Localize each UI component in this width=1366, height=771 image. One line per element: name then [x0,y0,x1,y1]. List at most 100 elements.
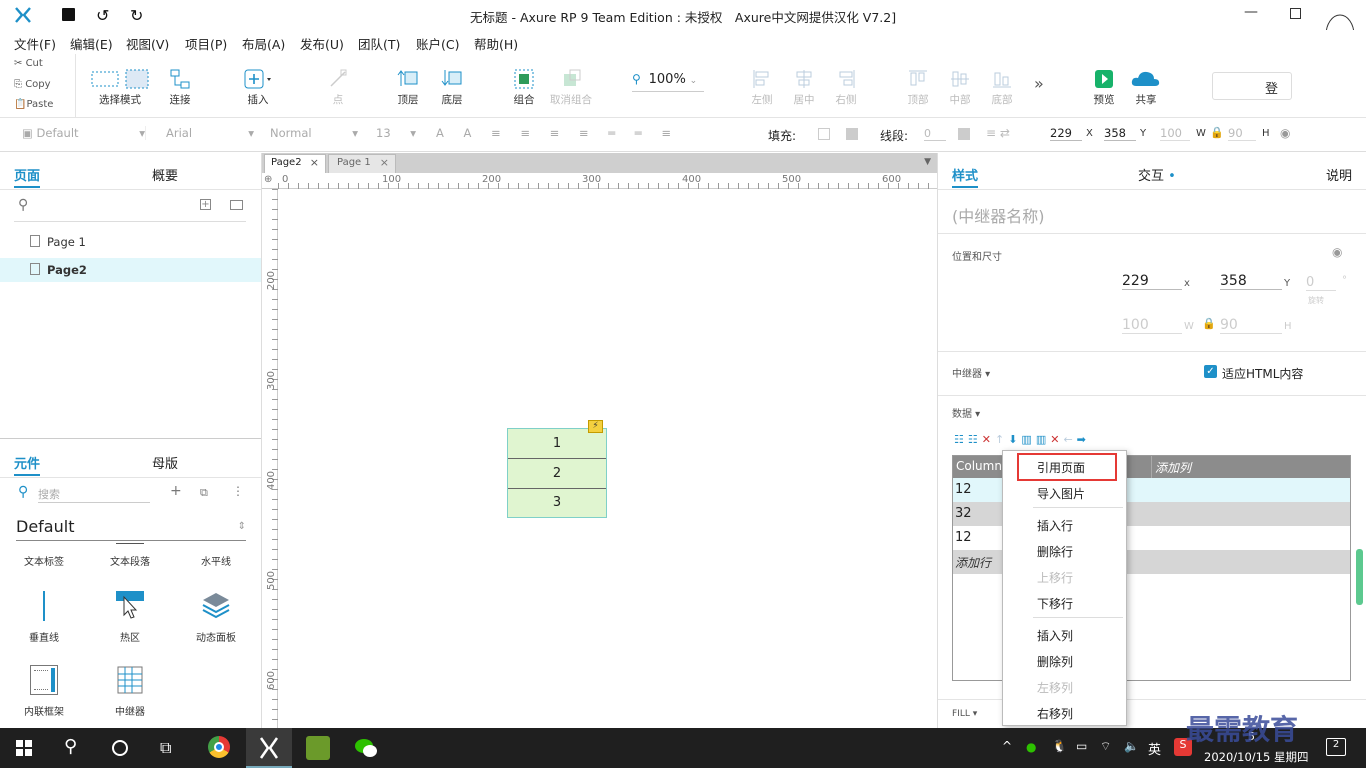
widgets-search-input[interactable]: 搜索 [38,486,150,503]
position-visibility-eye-icon[interactable]: ◉ [1332,245,1342,259]
task-view-icon[interactable]: ⧉ [160,738,171,758]
tabs-dropdown-icon[interactable]: ▼ [924,157,931,167]
align-top-button[interactable]: 顶部 [900,66,936,107]
insert-row-icon[interactable]: ☷ [954,433,968,446]
paste-button[interactable]: 📋Paste [14,99,53,110]
format-y-field[interactable]: 358 [1104,126,1136,141]
tab-pages[interactable]: 页面 [14,165,40,184]
repeater-row[interactable]: 3 [508,489,606,517]
windows-start-icon[interactable] [16,740,32,756]
group-button[interactable]: 组合 [504,66,544,107]
widget-inline-frame[interactable]: 内联框架 [10,665,78,718]
menu-item-import-image[interactable]: 导入图片 [1037,485,1085,502]
cortana-icon[interactable] [112,740,128,756]
tray-wechat-icon[interactable]: ● [1026,740,1036,754]
insert-button[interactable]: 插入 [238,66,278,107]
preview-button[interactable]: 预览 [1086,66,1122,107]
zoom-control[interactable]: ⚲ 100% ⌄ [632,72,704,92]
login-button[interactable]: 登 [1212,72,1292,100]
rotation-field[interactable]: 0 [1306,275,1336,291]
tray-qq-icon[interactable]: 🐧 [1052,739,1067,753]
menu-help[interactable]: 帮助(H) [474,34,518,53]
add-column-header[interactable]: 添加列 [1155,459,1191,476]
add-library-icon[interactable]: + [170,483,182,499]
size-h-field[interactable]: 90 [1220,317,1282,334]
tab-close-icon[interactable]: × [310,156,319,169]
delete-red-icon[interactable]: ✕ [982,433,995,446]
widget-vline[interactable]: 垂直线 [10,591,78,644]
data-section-heading[interactable]: 数据 ▾ [952,405,980,420]
chrome-icon[interactable] [208,736,230,758]
grid-cell[interactable]: 32 [955,506,972,521]
bamboo-app-icon[interactable] [306,736,330,760]
fill-shadow-icon[interactable] [846,128,858,140]
grid-cell[interactable]: 12 [955,530,972,545]
delete-col-red-icon[interactable]: ✕ [1050,433,1063,446]
tab-close-icon[interactable]: × [380,156,389,169]
point-button[interactable]: 点 [318,66,358,107]
menu-item-reference-page[interactable]: 引用页面 [1037,459,1085,476]
undo-icon[interactable]: ↺ [96,6,109,25]
widget-hotspot[interactable]: 热区 [96,591,164,644]
widget-paragraph[interactable]: 文本段落 [96,543,164,568]
tab-masters[interactable]: 母版 [152,453,178,472]
axure-taskbar-icon[interactable] [246,728,292,768]
add-folder-icon[interactable] [230,200,243,210]
align-center-button[interactable]: 居中 [786,66,822,107]
insert-col-icon[interactable]: ▥ [1021,433,1035,446]
tray-device-icon[interactable]: ▭ [1076,739,1087,753]
fill-section-heading[interactable]: FILL ▾ [952,709,977,719]
column-header[interactable]: Column [956,459,1002,473]
line-width-field[interactable]: 0 [924,127,946,141]
visibility-eye-icon[interactable]: ◉ [1280,126,1290,140]
repeater-widget[interactable]: 1 2 3 [507,428,607,518]
aspect-lock-icon[interactable]: 🔒 [1202,317,1216,330]
weight-dropdown[interactable]: Normal ▾ [270,126,358,140]
widget-repeater[interactable]: 中继器 [96,665,164,718]
select-mode-button[interactable]: 选择模式 [84,66,156,107]
menu-item-delete-row[interactable]: 删除行 [1037,543,1073,560]
send-bottom-button[interactable]: 底层 [432,66,472,107]
input-language[interactable]: 英 [1148,739,1161,758]
save-icon[interactable] [62,8,75,21]
widget-name-input[interactable]: (中继器名称) [952,203,1045,227]
page-item-1[interactable]: Page 1 [0,231,261,253]
tab-notes[interactable]: 说明 [1326,165,1352,184]
tab-outline[interactable]: 概要 [152,165,178,184]
repeater-section-heading[interactable]: 中继器 ▾ [952,365,990,380]
design-canvas[interactable]: 1 2 3 ⚡ [278,189,937,728]
size-dropdown[interactable]: 13 ▾ [376,126,416,140]
tab-interactions[interactable]: 交互 • [1138,165,1176,184]
widget-hline[interactable]: 水平线 [182,553,250,568]
copy-button[interactable]: ⎘ Copy [14,79,51,90]
panel-scrollbar[interactable] [1356,549,1363,605]
library-copy-icon[interactable]: ⧉ [200,486,208,500]
style-dropdown[interactable]: ▣ Default ▾ [22,126,146,140]
repeater-row[interactable]: 1 [508,429,606,459]
notification-icon[interactable]: 2 [1326,738,1346,756]
move-up-icon[interactable]: ↑ [995,433,1008,446]
format-h-field[interactable]: 90 [1228,126,1256,141]
interaction-lightning-icon[interactable]: ⚡ [588,420,603,433]
widgets-search-icon[interactable]: ⚲ [18,484,28,500]
menu-team[interactable]: 团队(T) [358,34,400,53]
move-right-icon[interactable]: ➡ [1077,433,1090,446]
repeater-row[interactable]: 2 [508,459,606,489]
move-left-icon[interactable]: ← [1063,433,1076,446]
menu-item-move-column-right[interactable]: 右移列 [1037,705,1073,722]
ungroup-button[interactable]: 取消组合 [546,66,596,107]
tray-expand-icon[interactable]: ^ [1002,739,1012,753]
font-dropdown[interactable]: Arial ▾ [166,126,254,140]
menu-account[interactable]: 账户(C) [416,34,459,53]
fill-color-icon[interactable] [818,128,830,140]
menu-publish[interactable]: 发布(U) [300,34,344,53]
more-options-icon[interactable]: ⋮ [232,484,244,498]
page-item-2[interactable]: Page2 [0,258,261,282]
delete-row-icon[interactable]: ☷ [968,433,982,446]
widget-dynamic-panel[interactable]: 动态面板 [182,591,250,644]
menu-item-insert-row[interactable]: 插入行 [1037,517,1073,534]
format-x-field[interactable]: 229 [1050,126,1082,141]
library-dropdown[interactable]: Default ⇕ [16,517,246,541]
wifi-icon[interactable]: ⌔ [1100,739,1111,754]
menu-file[interactable]: 文件(F) [14,34,56,53]
